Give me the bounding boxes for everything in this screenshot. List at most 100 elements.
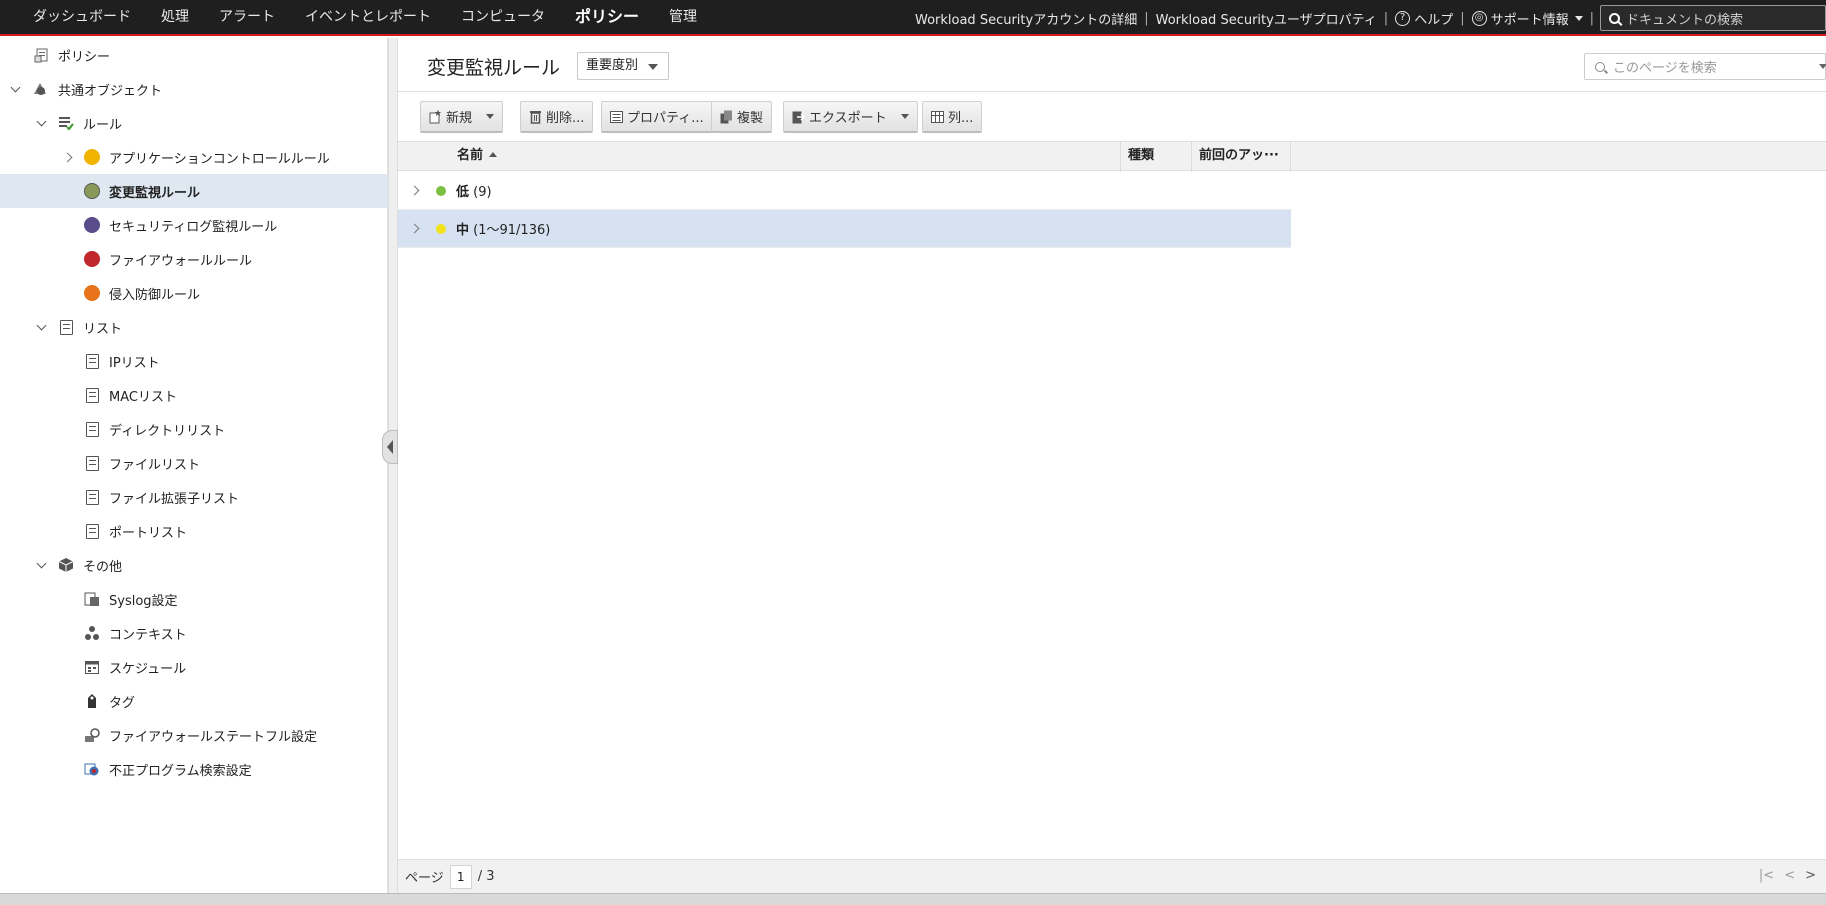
tag-icon bbox=[84, 693, 100, 709]
tree-item-port-list[interactable]: ポートリスト bbox=[0, 514, 388, 548]
page-header: 変更監視ルール 重要度別 このページを検索 bbox=[398, 38, 1826, 92]
nav-administration[interactable]: 管理 bbox=[654, 0, 712, 35]
malware-scan-icon bbox=[84, 761, 100, 777]
nav-dashboard[interactable]: ダッシュボード bbox=[18, 0, 146, 35]
duplicate-button[interactable]: 複製 bbox=[711, 101, 773, 133]
tree-label: 侵入防御ルール bbox=[109, 287, 201, 303]
tree-item-rules[interactable]: ルール bbox=[0, 106, 388, 140]
chevron-right-icon[interactable] bbox=[61, 151, 73, 163]
nav-alerts[interactable]: アラート bbox=[204, 0, 290, 35]
collapse-sidebar-icon[interactable] bbox=[382, 430, 398, 464]
syslog-icon bbox=[84, 591, 100, 607]
help-icon: ? bbox=[1395, 10, 1411, 26]
tree-item-ips-rules[interactable]: 侵入防御ルール bbox=[0, 276, 388, 310]
tree-item-firewall-rules[interactable]: ファイアウォールルール bbox=[0, 242, 388, 276]
toolbar: 新規 削除... プロパティ... 複製 エクスポート 列... bbox=[398, 93, 1826, 141]
tree-label: ファイアウォールルール bbox=[109, 253, 253, 269]
new-label: 新規 bbox=[446, 111, 473, 126]
tree-item-syslog[interactable]: Syslog設定 bbox=[0, 582, 388, 616]
main-nav: ダッシュボード 処理 アラート イベントとレポート コンピュータ ポリシー 管理 bbox=[0, 0, 712, 35]
tree-item-integrity-rules[interactable]: 変更監視ルール bbox=[0, 174, 388, 208]
new-button[interactable]: 新規 bbox=[420, 101, 504, 133]
column-header-last-updated[interactable]: 前回のアッ··· bbox=[1191, 142, 1291, 172]
group-by-dropdown[interactable]: 重要度別 bbox=[577, 52, 670, 80]
tree-item-directory-list[interactable]: ディレクトリリスト bbox=[0, 412, 388, 446]
tree-item-app-control-rules[interactable]: アプリケーションコントロールルール bbox=[0, 140, 388, 174]
user-properties-link[interactable]: Workload Securityユーザプロパティ bbox=[1149, 9, 1384, 28]
document-icon bbox=[84, 353, 100, 369]
rules-icon bbox=[58, 115, 74, 131]
tree-item-policies[interactable]: ポリシー bbox=[0, 38, 388, 72]
app-control-icon bbox=[84, 149, 100, 165]
chevron-down-icon[interactable] bbox=[35, 117, 47, 129]
next-page-icon[interactable]: > bbox=[1805, 868, 1816, 883]
tree-item-malware-scan-config[interactable]: 不正プログラム検索設定 bbox=[0, 752, 388, 786]
tree-label: スケジュール bbox=[109, 661, 187, 677]
integrity-monitoring-icon bbox=[84, 183, 100, 199]
tree-item-other[interactable]: その他 bbox=[0, 548, 388, 582]
account-details-link[interactable]: Workload Securityアカウントの詳細 bbox=[908, 9, 1144, 28]
grid-header: 名前 種類 前回のアッ··· bbox=[398, 141, 1826, 172]
tree-item-file-extension-list[interactable]: ファイル拡張子リスト bbox=[0, 480, 388, 514]
stateful-config-icon bbox=[84, 727, 100, 743]
pagination-footer: ページ 1 / 3 |< < > bbox=[398, 859, 1826, 893]
nav-events-reports[interactable]: イベントとレポート bbox=[290, 0, 446, 35]
nav-policies[interactable]: ポリシー bbox=[560, 0, 654, 35]
tree-item-lists[interactable]: リスト bbox=[0, 310, 388, 344]
chevron-down-icon[interactable] bbox=[35, 321, 47, 333]
severity-low-icon bbox=[436, 185, 446, 196]
tree-item-common-objects[interactable]: 共通オブジェクト bbox=[0, 72, 388, 106]
integrity-badge bbox=[84, 183, 100, 199]
grid-header-spacer bbox=[398, 142, 455, 172]
tree-item-file-list[interactable]: ファイルリスト bbox=[0, 446, 388, 480]
intrusion-prevention-icon bbox=[84, 285, 100, 301]
tree-item-ip-list[interactable]: IPリスト bbox=[0, 344, 388, 378]
column-header-name[interactable]: 名前 bbox=[455, 142, 1177, 172]
nav-actions[interactable]: 処理 bbox=[146, 0, 204, 35]
nav-computers[interactable]: コンピュータ bbox=[446, 0, 560, 35]
first-page-icon[interactable]: |< bbox=[1759, 868, 1774, 883]
delete-button[interactable]: 削除... bbox=[520, 101, 594, 133]
sidebar-splitter[interactable] bbox=[382, 38, 398, 893]
column-header-type[interactable]: 種類 bbox=[1120, 142, 1191, 172]
delete-label: 削除... bbox=[546, 111, 585, 126]
tree-label: MACリスト bbox=[109, 389, 177, 405]
tree-item-contexts[interactable]: コンテキスト bbox=[0, 616, 388, 650]
tree-item-schedules[interactable]: スケジュール bbox=[0, 650, 388, 684]
chevron-down-icon[interactable] bbox=[9, 83, 21, 95]
page-total: / 3 bbox=[477, 869, 495, 884]
page-search-input[interactable]: このページを検索 bbox=[1584, 53, 1826, 80]
calendar-icon bbox=[84, 659, 100, 675]
tree-item-stateful-config[interactable]: ファイアウォールステートフル設定 bbox=[0, 718, 388, 752]
help-link[interactable]: ? ヘルプ bbox=[1388, 9, 1460, 28]
tree-item-mac-list[interactable]: MACリスト bbox=[0, 378, 388, 412]
search-icon bbox=[1609, 12, 1620, 24]
app-control-badge bbox=[84, 149, 100, 165]
tree-label: 不正プログラム検索設定 bbox=[109, 763, 252, 779]
properties-button[interactable]: プロパティ... bbox=[601, 101, 713, 133]
chevron-down-icon[interactable] bbox=[35, 559, 47, 571]
contexts-icon bbox=[84, 625, 100, 641]
group-row-medium[interactable]: 中 (1～91/136) bbox=[398, 210, 1291, 248]
page-number-input[interactable]: 1 bbox=[449, 864, 472, 889]
chevron-down-icon[interactable] bbox=[1819, 64, 1826, 69]
new-icon bbox=[429, 109, 442, 124]
properties-label: プロパティ... bbox=[627, 111, 704, 126]
previous-page-icon[interactable]: < bbox=[1784, 868, 1795, 883]
doc-search-input[interactable]: ドキュメントの検索 bbox=[1600, 5, 1826, 31]
export-icon bbox=[792, 110, 806, 124]
tree-label: タグ bbox=[109, 695, 136, 711]
chevron-right-icon[interactable] bbox=[408, 223, 420, 235]
chevron-right-icon[interactable] bbox=[408, 185, 420, 197]
properties-icon bbox=[610, 110, 623, 124]
tree-item-log-inspection-rules[interactable]: セキュリティログ監視ルール bbox=[0, 208, 388, 242]
group-row-low[interactable]: 低 (9) bbox=[398, 172, 1291, 210]
document-icon bbox=[59, 319, 73, 335]
export-button[interactable]: エクスポート bbox=[783, 101, 918, 133]
ips-badge bbox=[84, 285, 100, 301]
columns-button[interactable]: 列... bbox=[922, 101, 983, 133]
support-menu[interactable]: ◎ サポート情報 bbox=[1465, 9, 1590, 28]
search-icon bbox=[1595, 61, 1605, 72]
support-label: サポート情報 bbox=[1490, 12, 1569, 28]
tree-item-tags[interactable]: タグ bbox=[0, 684, 388, 718]
